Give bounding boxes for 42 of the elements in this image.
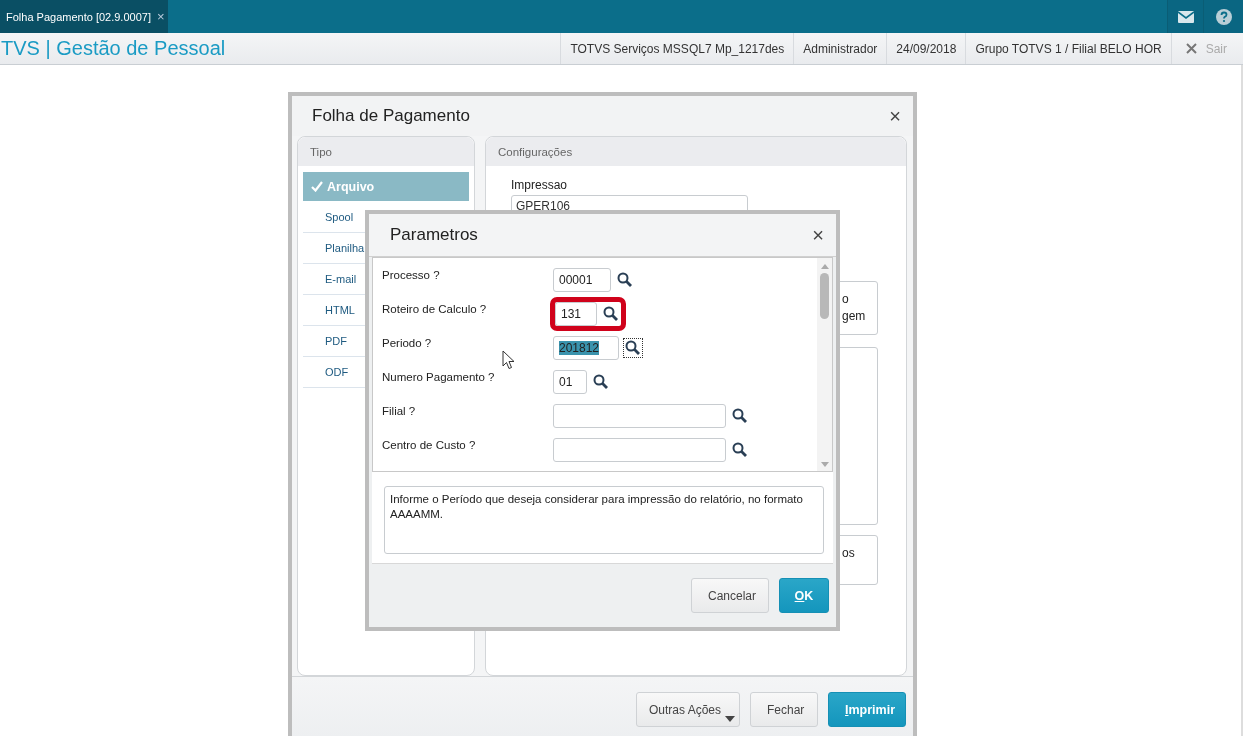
parameter-label: Numero Pagamento ? (382, 371, 495, 383)
close-button[interactable]: × (808, 225, 828, 245)
input-field[interactable]: 201812 (553, 336, 619, 360)
parameter-label: Roteiro de Calculo ? (382, 303, 487, 315)
header-info: 24/09/2018 (886, 33, 966, 64)
input-field[interactable]: 131 (555, 302, 597, 326)
input-field[interactable] (553, 404, 726, 428)
dialog-title: Parametros (390, 225, 478, 245)
panel-title: Configurações (498, 145, 573, 158)
dialog-title: Folha de Pagamento (312, 106, 470, 126)
action-button[interactable]: Outras Ações (636, 692, 740, 727)
app-title: TVS | Gestão de Pessoal (0, 37, 226, 60)
parameter-label: Centro de Custo ? (382, 439, 476, 451)
help-text: Informe o Período que deseja considerar para impressão do relatório, no formato AAAAMM. (384, 486, 824, 554)
header-info: Grupo TOTVS 1 / Filial BELO HOR (965, 33, 1171, 64)
mouse-cursor-icon (502, 350, 516, 370)
scrollbar[interactable] (817, 258, 832, 471)
parameter-label: Filial ? (382, 405, 416, 417)
field-label: Impressao (511, 178, 569, 192)
caret-icon (725, 716, 735, 722)
close-icon (1185, 43, 1197, 54)
search-icon[interactable] (623, 338, 643, 358)
close-tab-button[interactable]: × (156, 9, 165, 24)
close-button[interactable]: × (885, 106, 905, 126)
input-field[interactable]: 00001 (553, 268, 611, 292)
input-field[interactable]: 01 (553, 370, 587, 394)
help-icon[interactable] (1203, 0, 1243, 33)
mail-icon[interactable] (1167, 0, 1203, 33)
panel-title: Tipo (310, 145, 332, 158)
action-button[interactable]: Cancelar (691, 578, 769, 613)
option-text: gem (842, 309, 867, 323)
option-text: os (842, 546, 856, 560)
check-icon (311, 181, 323, 192)
app-tab[interactable]: Folha Pagamento [02.9.0007] × (0, 0, 168, 33)
action-button[interactable]: Fechar (750, 692, 818, 727)
option-text: o (842, 292, 850, 306)
header-info: TOTVS Serviços MSSQL7 Mp_1217des (560, 33, 794, 64)
input-field[interactable] (553, 438, 726, 462)
parameter-label: Periodo ? (382, 337, 432, 349)
scrollbar-thumb[interactable] (820, 273, 829, 319)
parameter-label: Processo ? (382, 269, 440, 281)
header-info: Administrador (793, 33, 887, 64)
